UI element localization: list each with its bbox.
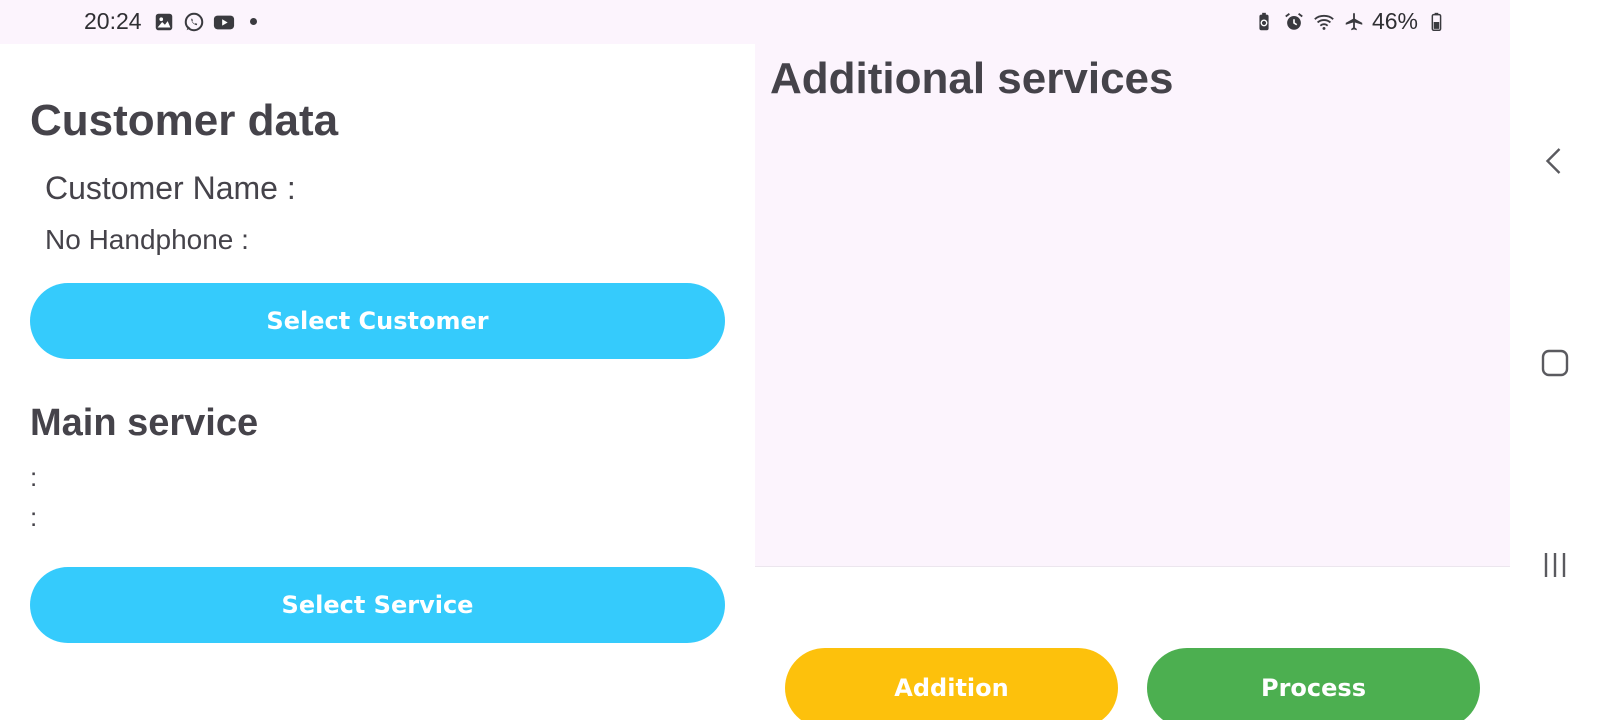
customer-data-title: Customer data (30, 96, 339, 145)
back-icon (1545, 148, 1561, 174)
whatsapp-icon (182, 10, 206, 34)
additional-services-title: Additional services (770, 54, 1174, 103)
select-customer-button[interactable]: Select Customer (30, 283, 725, 359)
main-service-line-2: : (30, 502, 38, 532)
notification-dot (249, 18, 257, 25)
process-button[interactable]: Process (1147, 648, 1480, 720)
addition-button[interactable]: Addition (785, 648, 1118, 720)
navigation-bar (1510, 0, 1600, 720)
airplane-icon (1342, 10, 1366, 34)
alarm-icon (1282, 10, 1306, 34)
right-panel: Additional services Addition Process (755, 44, 1510, 720)
back-button[interactable] (1530, 136, 1580, 186)
status-right: 46% (1252, 8, 1448, 35)
recent-apps-button[interactable] (1530, 540, 1580, 590)
status-left: 20:24 (84, 8, 257, 35)
customer-name-label: Customer Name : (45, 170, 296, 206)
status-time: 20:24 (84, 8, 142, 34)
phone-number-label: No Handphone : (45, 224, 249, 255)
youtube-icon (212, 10, 236, 34)
recent-apps-icon (1544, 553, 1566, 577)
home-button[interactable] (1530, 338, 1580, 388)
battery-saver-icon (1252, 10, 1276, 34)
left-panel: Customer data Customer Name : No Handpho… (0, 44, 755, 720)
status-bar: 20:24 46% (0, 0, 1510, 44)
main-service-title: Main service (30, 402, 259, 444)
select-service-button[interactable]: Select Service (30, 567, 725, 643)
additional-services-list (755, 124, 1510, 564)
home-icon (1541, 349, 1569, 377)
wifi-icon (1312, 10, 1336, 34)
battery-icon (1424, 10, 1448, 34)
battery-percent: 46% (1371, 8, 1418, 34)
image-icon (152, 10, 176, 34)
main-service-line-1: : (30, 462, 38, 492)
action-bar: Addition Process (755, 566, 1510, 720)
